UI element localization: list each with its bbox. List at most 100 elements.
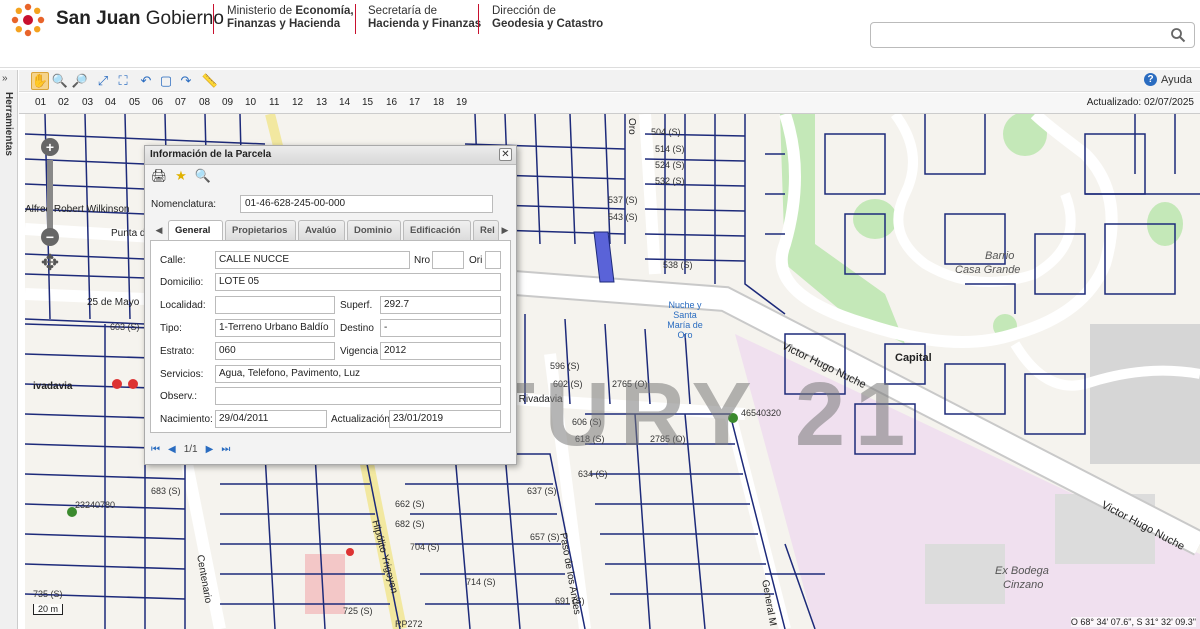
servicios-label: Servicios: bbox=[160, 369, 204, 380]
dialog-toolbar: 🖨 ★ 🔍 bbox=[151, 168, 211, 184]
street-label: Oro bbox=[626, 118, 637, 135]
lot-label: 714 (S) bbox=[466, 577, 496, 587]
lot-label: 662 (S) bbox=[395, 499, 425, 509]
level-item[interactable]: 14 bbox=[339, 97, 350, 108]
actualizacion-field[interactable]: 23/01/2019 bbox=[389, 410, 501, 428]
nacimiento-label: Nacimiento: bbox=[160, 414, 213, 425]
lot-label: 657 (S) bbox=[530, 532, 560, 542]
servicios-field[interactable]: Agua, Telefono, Pavimento, Luz bbox=[215, 365, 501, 383]
lot-label: 725 (S) bbox=[343, 606, 373, 616]
help-icon[interactable]: ? bbox=[1144, 73, 1157, 86]
close-icon[interactable]: ✕ bbox=[499, 148, 512, 161]
lot-label: 514 (S) bbox=[655, 144, 685, 154]
undo-icon[interactable]: ↶ bbox=[137, 72, 155, 90]
next-page-icon[interactable]: ▶ bbox=[206, 444, 214, 455]
zoom-out-icon[interactable]: 🔎 bbox=[71, 72, 89, 90]
level-item[interactable]: 16 bbox=[386, 97, 397, 108]
level-item[interactable]: 19 bbox=[456, 97, 467, 108]
estrato-field[interactable]: 060 bbox=[215, 342, 335, 360]
nro-label: Nro bbox=[414, 255, 431, 266]
general-panel: Calle: CALLE NUCCE Nro Ori Domicilio: LO… bbox=[150, 240, 511, 433]
level-item[interactable]: 06 bbox=[152, 97, 163, 108]
lot-label: 524 (S) bbox=[655, 160, 685, 170]
level-item[interactable]: 09 bbox=[222, 97, 233, 108]
tab-rel[interactable]: Rel bbox=[473, 220, 499, 240]
level-item[interactable]: 11 bbox=[269, 97, 279, 108]
level-item[interactable]: 05 bbox=[129, 97, 140, 108]
zoom-in-button[interactable]: + bbox=[41, 138, 59, 156]
search-input[interactable] bbox=[870, 22, 1195, 48]
prev-page-icon[interactable]: ◀ bbox=[168, 444, 176, 455]
zoom-extent-icon[interactable]: ⤢ bbox=[94, 72, 112, 90]
star-icon[interactable]: ★ bbox=[173, 168, 189, 184]
superficie-field[interactable]: 292.7 bbox=[380, 296, 501, 314]
actualizacion-label: Actualización: bbox=[331, 414, 393, 425]
level-item[interactable]: 03 bbox=[82, 97, 93, 108]
lot-label: 504 (S) bbox=[651, 127, 681, 137]
destino-field[interactable]: - bbox=[380, 319, 501, 337]
tab-edificacion[interactable]: Edificación bbox=[403, 220, 471, 240]
print-icon[interactable]: 🖨 bbox=[151, 168, 168, 184]
level-item[interactable]: 02 bbox=[58, 97, 69, 108]
ori-label: Ori bbox=[469, 255, 483, 266]
level-item[interactable]: 12 bbox=[292, 97, 303, 108]
lot-label: 634 (S) bbox=[578, 469, 608, 479]
select-box-icon[interactable]: ▢ bbox=[157, 72, 175, 90]
page-indicator: 1/1 bbox=[183, 444, 198, 455]
level-item[interactable]: 18 bbox=[433, 97, 444, 108]
tab-next-icon[interactable]: ▶ bbox=[498, 223, 512, 237]
place-label: Casa Grande bbox=[955, 264, 1021, 276]
measure-icon[interactable]: 📏 bbox=[201, 72, 219, 90]
place-label: Ex Bodega bbox=[995, 565, 1049, 577]
record-pager: ⏮ ◀ 1/1 ▶ ⏭ bbox=[151, 444, 230, 455]
superficie-label: Superf. bbox=[340, 300, 373, 311]
level-item[interactable]: 04 bbox=[105, 97, 116, 108]
tipo-field[interactable]: 1-Terreno Urbano Baldío bbox=[215, 319, 335, 337]
domicilio-field[interactable]: LOTE 05 bbox=[215, 273, 501, 291]
street-label: Punta d bbox=[111, 228, 146, 239]
dialog-title[interactable]: Información de la Parcela bbox=[145, 146, 516, 165]
localidad-label: Localidad: bbox=[160, 300, 206, 311]
tab-avaluo[interactable]: Avalúo bbox=[298, 220, 345, 240]
search-icon[interactable] bbox=[1170, 27, 1186, 43]
sidebar-expand-icon[interactable]: » bbox=[2, 73, 8, 84]
help-button[interactable]: ? Ayuda bbox=[1144, 73, 1192, 86]
zoom-slider[interactable] bbox=[47, 160, 53, 230]
help-label[interactable]: Ayuda bbox=[1161, 74, 1192, 86]
lot-label: 683 (S) bbox=[151, 486, 181, 496]
level-item[interactable]: 15 bbox=[362, 97, 373, 108]
lot-label: 735 (S) bbox=[33, 589, 63, 599]
zoom-out-button[interactable]: − bbox=[41, 228, 59, 246]
tools-sidebar[interactable]: » Herramientas bbox=[0, 70, 18, 629]
tab-dominio[interactable]: Dominio bbox=[347, 220, 401, 240]
observaciones-field[interactable] bbox=[215, 387, 501, 405]
level-item[interactable]: 13 bbox=[316, 97, 327, 108]
tipo-label: Tipo: bbox=[160, 323, 182, 334]
pan-hand-icon[interactable]: ✋ bbox=[31, 72, 49, 90]
ori-field[interactable] bbox=[485, 251, 501, 269]
place-label: Cinzano bbox=[1003, 579, 1044, 591]
zoom-full-icon[interactable]: ⛶ bbox=[114, 72, 132, 90]
pan-arrows-icon[interactable]: ✥ bbox=[37, 250, 63, 276]
calle-field[interactable]: CALLE NUCCE bbox=[215, 251, 410, 269]
first-page-icon[interactable]: ⏮ bbox=[151, 444, 160, 455]
estrato-label: Estrato: bbox=[160, 346, 195, 357]
vigencia-field[interactable]: 2012 bbox=[380, 342, 501, 360]
tab-prev-icon[interactable]: ◀ bbox=[152, 223, 166, 237]
tab-general[interactable]: General bbox=[168, 220, 223, 241]
level-item[interactable]: 07 bbox=[175, 97, 186, 108]
localidad-field[interactable] bbox=[215, 296, 335, 314]
nomenclatura-field[interactable]: 01-46-628-245-00-000 bbox=[240, 195, 493, 213]
level-bar: 01 02 03 04 05 06 07 08 09 10 11 12 13 1… bbox=[19, 93, 1200, 114]
level-item[interactable]: 17 bbox=[409, 97, 420, 108]
redo-icon[interactable]: ↷ bbox=[177, 72, 195, 90]
zoom-in-icon[interactable]: 🔍 bbox=[51, 72, 69, 90]
level-item[interactable]: 01 bbox=[35, 97, 46, 108]
nacimiento-field[interactable]: 29/04/2011 bbox=[215, 410, 327, 428]
level-item[interactable]: 10 bbox=[245, 97, 256, 108]
zoom-to-parcel-icon[interactable]: 🔍 bbox=[195, 168, 211, 184]
nro-field[interactable] bbox=[432, 251, 464, 269]
tab-propietarios[interactable]: Propietarios bbox=[225, 220, 296, 240]
last-page-icon[interactable]: ⏭ bbox=[221, 444, 230, 455]
level-item[interactable]: 08 bbox=[199, 97, 210, 108]
